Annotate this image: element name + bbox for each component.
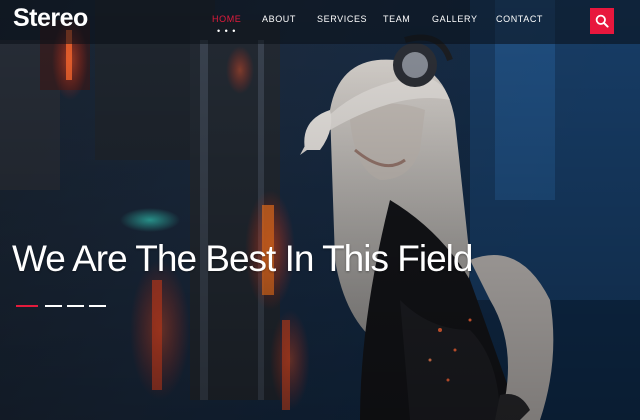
search-icon (595, 14, 609, 28)
nav-item-label: ABOUT (262, 14, 297, 24)
slide-indicator[interactable] (89, 305, 106, 307)
nav-item-label: HOME (212, 14, 242, 24)
slide-indicator[interactable] (67, 305, 84, 307)
main-nav: HOME • • • ABOUT SERVICES TEAM GALLERY C… (0, 14, 640, 40)
slide-indicator-active[interactable] (16, 305, 38, 307)
nav-item-gallery[interactable]: GALLERY (432, 14, 478, 24)
slider-pagination (16, 305, 106, 308)
hero-background-image (0, 0, 640, 420)
nav-item-about[interactable]: ABOUT (262, 14, 296, 24)
active-indicator: • • • (216, 26, 237, 36)
nav-item-label: GALLERY (432, 14, 478, 24)
nav-item-label: CONTACT (496, 14, 544, 24)
hero-section (0, 0, 640, 420)
slide-indicator[interactable] (45, 305, 62, 307)
nav-item-team[interactable]: TEAM (383, 14, 410, 24)
hero-headline: We Are The Best In This Field (12, 238, 473, 279)
search-button[interactable] (590, 8, 614, 34)
nav-item-label: SERVICES (317, 14, 368, 24)
nav-item-home[interactable]: HOME • • • (212, 14, 242, 36)
nav-item-label: TEAM (383, 14, 411, 24)
nav-item-services[interactable]: SERVICES (317, 14, 367, 24)
nav-item-contact[interactable]: CONTACT (496, 14, 543, 24)
